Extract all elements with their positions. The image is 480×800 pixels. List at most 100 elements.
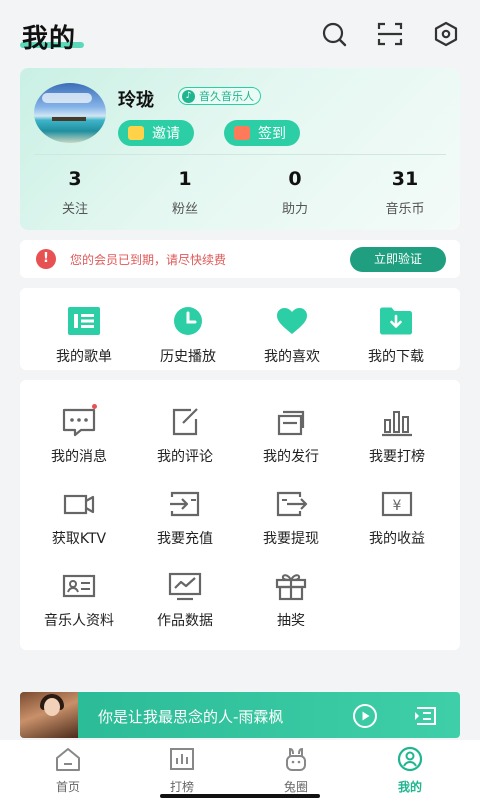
checkin-button[interactable]: 签到: [224, 120, 300, 146]
release-icon: [273, 406, 309, 438]
grid-lottery[interactable]: 抽奖: [238, 570, 344, 630]
stat-value: 3: [68, 168, 82, 190]
invite-icon: [128, 126, 144, 140]
musician-badge: ♪ 音久音乐人: [178, 87, 261, 105]
chart-icon: [168, 746, 196, 772]
grid-musician-profile[interactable]: 音乐人资料: [26, 570, 132, 630]
stat-value: 31: [391, 168, 419, 190]
clock-icon: [171, 306, 205, 336]
quick-actions-card: 我的歌单 历史播放 我的喜欢 我的下载: [20, 288, 460, 370]
user-icon: [396, 746, 424, 772]
grid-my-messages[interactable]: 我的消息: [26, 404, 132, 466]
calendar-icon: [234, 126, 250, 140]
edit-icon: [167, 406, 203, 438]
tab-charts[interactable]: 打榜: [142, 746, 222, 795]
stat-label: 关注: [61, 202, 88, 217]
now-playing-title: 你是让我最思念的人-雨霖枫: [98, 708, 284, 726]
playlist-icon: [67, 306, 101, 336]
avatar[interactable]: [34, 83, 106, 143]
header: 我的: [0, 0, 480, 64]
tab-rabbit-circle[interactable]: 兔圈: [256, 746, 336, 795]
svg-text:¥: ¥: [393, 498, 402, 514]
quick-label: 我的喜欢: [264, 349, 320, 365]
grid-label: 我要充值: [157, 531, 213, 547]
tab-label: 我的: [397, 780, 422, 794]
grid-recharge[interactable]: 我要充值: [132, 488, 238, 548]
avatar-pier: [52, 117, 86, 121]
notice-text: 您的会员已到期，请尽快续费: [70, 253, 227, 267]
id-card-icon: [61, 570, 97, 602]
heart-icon: [275, 306, 309, 336]
cover-face: [44, 698, 60, 716]
quick-favorites[interactable]: 我的喜欢: [242, 306, 342, 366]
home-indicator: [160, 794, 320, 798]
scan-icon[interactable]: [376, 20, 404, 48]
stat-label: 粉丝: [171, 202, 198, 217]
stat-value: 0: [288, 168, 302, 190]
invite-button[interactable]: 邀请: [118, 120, 194, 146]
stat-music-coins[interactable]: 31 音乐币: [360, 168, 450, 217]
grid-label: 抽奖: [277, 613, 305, 629]
badge-label: 音久音乐人: [199, 90, 254, 103]
page-title: 我的: [22, 24, 77, 54]
grid-label: 音乐人资料: [44, 613, 114, 629]
warning-icon: !: [36, 249, 56, 269]
album-cover[interactable]: [20, 692, 78, 738]
rabbit-icon: [282, 746, 310, 772]
avatar-clouds: [42, 93, 92, 103]
withdraw-icon: [273, 488, 309, 520]
stat-following[interactable]: 3 关注: [30, 168, 120, 217]
quick-history[interactable]: 历史播放: [138, 306, 238, 366]
stat-value: 1: [178, 168, 192, 190]
quick-my-playlists[interactable]: 我的歌单: [34, 306, 134, 366]
quick-label: 我的歌单: [56, 349, 112, 365]
grid-withdraw[interactable]: 我要提现: [238, 488, 344, 548]
download-folder-icon: [379, 306, 413, 336]
music-note-icon: ♪: [182, 89, 195, 103]
playlist-queue-icon[interactable]: [412, 703, 438, 729]
username: 玲珑: [118, 90, 154, 111]
tab-label: 兔圈: [283, 780, 308, 794]
profile-card: 玲珑 ♪ 音久音乐人 邀请 签到 3 关注 1 粉丝 0 助力 31 音乐币: [20, 68, 460, 230]
video-camera-icon: [61, 488, 97, 520]
grid-works-data[interactable]: 作品数据: [132, 570, 238, 630]
tab-label: 打榜: [169, 780, 194, 794]
grid-my-earnings[interactable]: ¥ 我的收益: [344, 488, 450, 548]
stat-label: 音乐币: [385, 202, 425, 217]
grid-label: 我要打榜: [369, 449, 425, 465]
tab-mine[interactable]: 我的: [370, 746, 450, 795]
home-icon: [54, 746, 82, 772]
grid-label: 我的收益: [369, 531, 425, 547]
grid-label: 我的消息: [51, 449, 107, 465]
gift-icon: [273, 570, 309, 602]
membership-notice: ! 您的会员已到期，请尽快续费 立即验证: [20, 240, 460, 278]
tab-label: 首页: [55, 780, 80, 794]
unread-dot: [92, 404, 97, 409]
grid-chart-vote[interactable]: 我要打榜: [344, 406, 450, 466]
settings-icon[interactable]: [432, 20, 460, 48]
recharge-icon: [167, 488, 203, 520]
stat-boost[interactable]: 0 助力: [250, 168, 340, 217]
quick-label: 我的下载: [368, 349, 424, 365]
search-icon[interactable]: [320, 20, 348, 48]
checkin-label: 签到: [258, 126, 286, 142]
grid-label: 我的评论: [157, 449, 213, 465]
grid-get-ktv[interactable]: 获取KTV: [26, 488, 132, 548]
grid-label: 我的发行: [263, 449, 319, 465]
mini-player[interactable]: 你是让我最思念的人-雨霖枫: [20, 692, 460, 738]
grid-my-comments[interactable]: 我的评论: [132, 406, 238, 466]
services-grid-card: 我的消息 我的评论 我的发行 我要打榜 获取KTV 我要充值 我要提现 ¥ 我的…: [20, 380, 460, 650]
grid-label: 作品数据: [157, 613, 213, 629]
invite-label: 邀请: [152, 126, 180, 142]
stat-fans[interactable]: 1 粉丝: [140, 168, 230, 217]
quick-downloads[interactable]: 我的下载: [346, 306, 446, 366]
play-icon[interactable]: [352, 703, 378, 729]
bottom-tab-bar: 首页 打榜 兔圈 我的: [0, 740, 480, 800]
tab-home[interactable]: 首页: [28, 746, 108, 795]
message-icon: [61, 404, 97, 438]
profile-divider: [34, 154, 446, 155]
verify-now-button[interactable]: 立即验证: [350, 247, 446, 272]
stat-label: 助力: [281, 202, 308, 217]
grid-label: 获取KTV: [51, 531, 107, 547]
grid-my-releases[interactable]: 我的发行: [238, 406, 344, 466]
